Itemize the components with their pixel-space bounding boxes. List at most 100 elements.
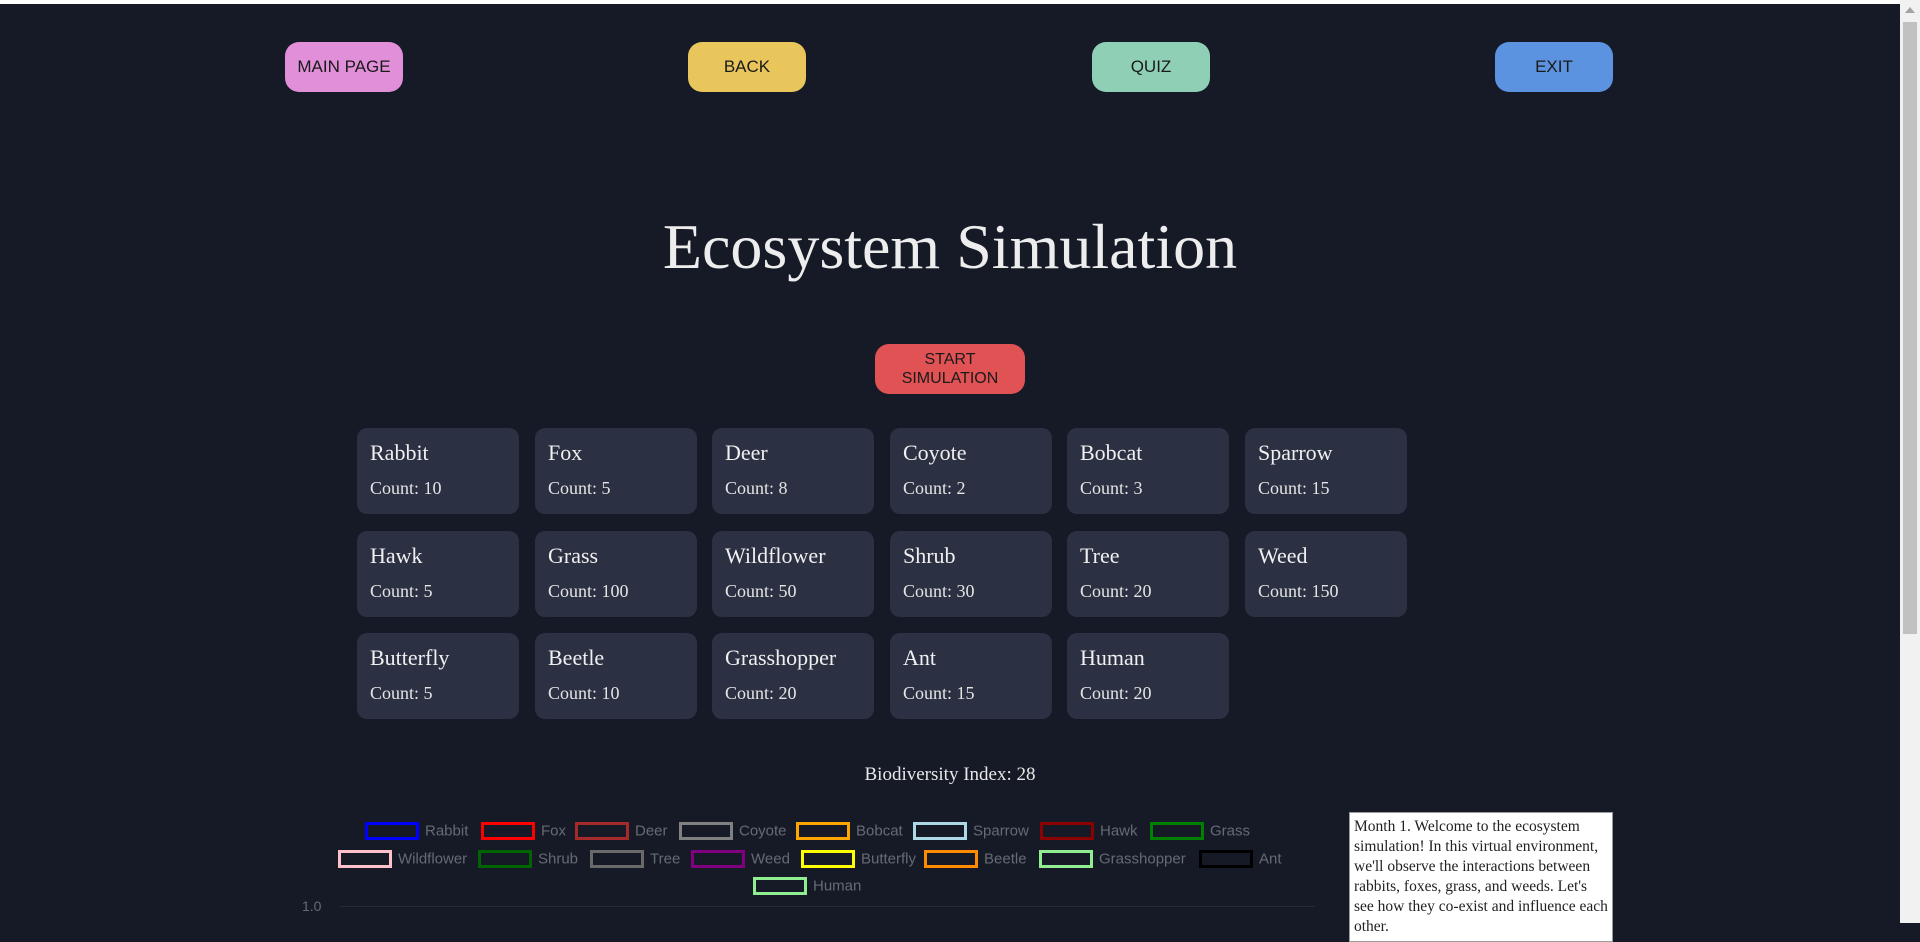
species-card-coyote: Coyote Count: 2 (890, 428, 1052, 514)
species-card-grasshopper: Grasshopper Count: 20 (712, 633, 874, 719)
legend-item-coyote[interactable]: Coyote (679, 822, 787, 841)
species-count: Count: 20 (1080, 683, 1152, 703)
species-count: Count: 10 (548, 683, 620, 703)
legend-item-fox[interactable]: Fox (481, 822, 567, 841)
legend-swatch (338, 850, 392, 869)
biodiversity-index: Biodiversity Index: 28 (864, 764, 1036, 785)
species-card-bobcat: Bobcat Count: 3 (1067, 428, 1229, 514)
species-count: Count: 15 (1258, 478, 1330, 498)
legend-label: Grass (1210, 822, 1251, 840)
species-card-wildflower: Wildflower Count: 50 (712, 531, 874, 617)
species-count: Count: 150 (1258, 581, 1339, 601)
legend-item-sparrow[interactable]: Sparrow (913, 822, 1029, 841)
species-name: Sparrow (1258, 440, 1333, 465)
page-scrollbar[interactable] (1900, 0, 1920, 923)
legend-item-wildflower[interactable]: Wildflower (338, 850, 468, 869)
species-card-hawk: Hawk Count: 5 (357, 531, 519, 617)
scrollbar-thumb[interactable] (1903, 22, 1917, 634)
legend-swatch (753, 877, 807, 896)
legend-swatch (679, 822, 733, 841)
species-count: Count: 3 (1080, 478, 1143, 498)
legend-swatch (1199, 850, 1253, 869)
legend-swatch (913, 822, 967, 841)
species-name: Butterfly (370, 645, 450, 670)
species-name: Fox (548, 440, 583, 465)
scroll-up-arrow-icon[interactable] (1905, 7, 1915, 13)
legend-item-hawk[interactable]: Hawk (1040, 822, 1138, 841)
legend-label: Rabbit (425, 822, 469, 840)
species-count: Count: 20 (725, 683, 797, 703)
legend-swatch (478, 850, 532, 869)
legend-label: Wildflower (398, 850, 468, 868)
legend-label: Butterfly (861, 850, 917, 868)
legend-item-human[interactable]: Human (753, 877, 862, 896)
species-count: Count: 100 (548, 581, 629, 601)
legend-swatch (1039, 850, 1093, 869)
legend-item-rabbit[interactable]: Rabbit (365, 822, 469, 841)
legend-label: Coyote (739, 822, 787, 840)
legend-item-shrub[interactable]: Shrub (478, 850, 579, 869)
legend-item-grass[interactable]: Grass (1150, 822, 1251, 841)
legend-label: Bobcat (856, 822, 903, 840)
legend-item-butterfly[interactable]: Butterfly (801, 850, 917, 869)
legend-label: Shrub (538, 850, 579, 868)
species-name: Ant (903, 645, 936, 670)
species-name: Rabbit (370, 440, 429, 465)
window-top-border (0, 0, 1900, 4)
legend-item-deer[interactable]: Deer (575, 822, 668, 841)
legend-label: Deer (635, 822, 668, 840)
species-name: Grasshopper (725, 645, 837, 670)
legend-swatch (481, 822, 535, 841)
species-name: Shrub (903, 543, 956, 568)
legend-label: Grasshopper (1099, 850, 1186, 868)
legend-item-grasshopper[interactable]: Grasshopper (1039, 850, 1186, 869)
legend-swatch (575, 822, 629, 841)
legend-label: Beetle (984, 850, 1027, 868)
species-card-grass: Grass Count: 100 (535, 531, 697, 617)
quiz-button[interactable]: QUIZ (1092, 42, 1210, 92)
species-count: Count: 5 (548, 478, 611, 498)
legend-item-ant[interactable]: Ant (1199, 850, 1282, 869)
legend-swatch (365, 822, 419, 841)
legend-label: Fox (541, 822, 567, 840)
species-count: Count: 30 (903, 581, 975, 601)
back-button[interactable]: BACK (688, 42, 806, 92)
species-card-tree: Tree Count: 20 (1067, 531, 1229, 617)
exit-button[interactable]: EXIT (1495, 42, 1613, 92)
legend-item-tree[interactable]: Tree (590, 850, 680, 869)
species-count: Count: 15 (903, 683, 975, 703)
species-card-human: Human Count: 20 (1067, 633, 1229, 719)
legend-label: Sparrow (973, 822, 1029, 840)
start-simulation-button[interactable]: START SIMULATION (875, 344, 1025, 394)
legend-label: Human (813, 877, 862, 895)
species-card-fox: Fox Count: 5 (535, 428, 697, 514)
legend-swatch (1040, 822, 1094, 841)
legend-swatch (691, 850, 745, 869)
species-count: Count: 2 (903, 478, 966, 498)
species-card-rabbit: Rabbit Count: 10 (357, 428, 519, 514)
species-name: Coyote (903, 440, 967, 465)
legend-swatch (1150, 822, 1204, 841)
species-name: Weed (1258, 543, 1308, 568)
species-count: Count: 20 (1080, 581, 1152, 601)
species-card-deer: Deer Count: 8 (712, 428, 874, 514)
legend-label: Ant (1259, 850, 1282, 868)
species-card-ant: Ant Count: 15 (890, 633, 1052, 719)
legend-swatch (590, 850, 644, 869)
legend-swatch (801, 850, 855, 869)
legend-item-weed[interactable]: Weed (691, 850, 790, 869)
species-name: Human (1080, 645, 1145, 670)
legend-item-beetle[interactable]: Beetle (924, 850, 1027, 869)
species-count: Count: 5 (370, 683, 433, 703)
species-name: Grass (548, 543, 599, 568)
species-name: Deer (725, 440, 768, 465)
species-name: Bobcat (1080, 440, 1143, 465)
chart-gridline (340, 906, 1315, 907)
main-page-button[interactable]: MAIN PAGE (285, 42, 403, 92)
species-count: Count: 50 (725, 581, 797, 601)
species-card-shrub: Shrub Count: 30 (890, 531, 1052, 617)
species-count: Count: 5 (370, 581, 433, 601)
legend-item-bobcat[interactable]: Bobcat (796, 822, 903, 841)
species-count: Count: 10 (370, 478, 442, 498)
species-name: Beetle (548, 645, 605, 670)
